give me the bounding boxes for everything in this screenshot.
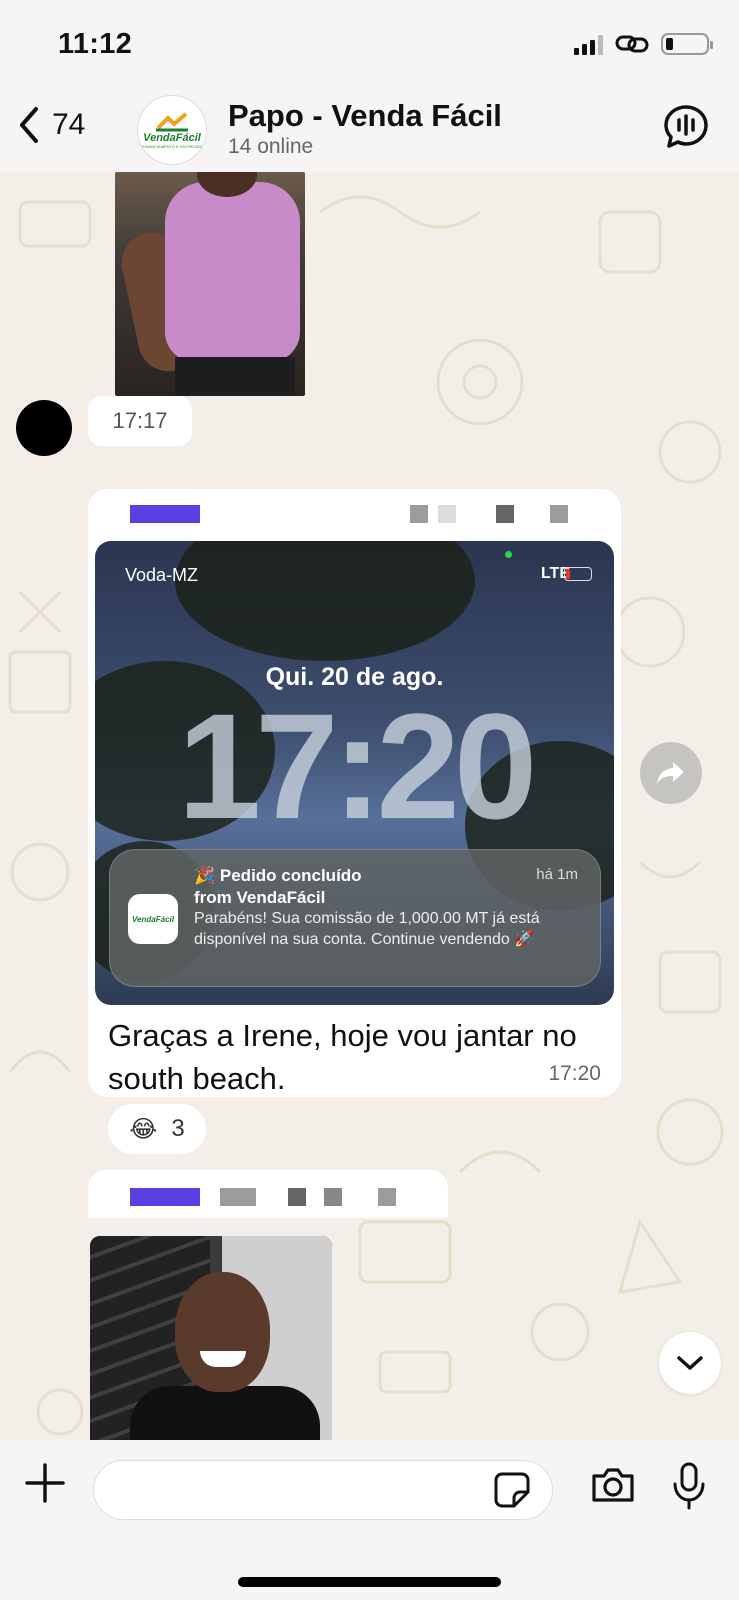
chevron-down-icon [677, 1356, 703, 1370]
status-bar: 11:12 [0, 0, 739, 92]
group-logo-text: VendaFácil [143, 131, 201, 144]
microphone-icon [673, 1462, 705, 1510]
redacted-sender-name [130, 505, 200, 523]
redacted-phone [496, 505, 514, 523]
reaction-emoji: 😂 [129, 1115, 158, 1143]
notification-body: Parabéns! Sua comissão de 1,000.00 MT já… [194, 910, 540, 948]
message-bubble[interactable]: Voda-MZ LTE Qui. 20 de ago. 17:20 VendaF… [88, 489, 621, 1097]
message-time: 17:20 [548, 1062, 601, 1085]
status-icons [574, 32, 713, 56]
sticker-icon [494, 1472, 530, 1508]
link-icon [615, 35, 649, 53]
redacted-phone [410, 505, 428, 523]
online-count: 14 online [228, 135, 314, 158]
camera-icon [592, 1468, 634, 1502]
redacted-phone [220, 1188, 256, 1206]
redacted-phone [438, 505, 456, 523]
message-text: Graças a Irene, hoje vou jantar no south… [108, 1018, 577, 1096]
chat-area[interactable]: 17:17 Voda-MZ LTE Qui. 20 de ago. 17:20 … [0, 172, 739, 1440]
forward-button[interactable] [640, 742, 702, 804]
notification-sender: from VendaFácil [194, 888, 326, 907]
message-composer [0, 1440, 739, 1600]
back-button[interactable]: 74 [18, 106, 85, 144]
attach-button[interactable] [24, 1462, 66, 1509]
redacted-phone [324, 1188, 342, 1206]
carrier-label: Voda-MZ [125, 565, 199, 585]
group-logo-subtext: FINANCIAMENTO E ENTREGAS [142, 143, 202, 149]
message-input[interactable] [93, 1460, 553, 1520]
voice-chat-icon [664, 105, 708, 148]
battery-icon [661, 33, 713, 55]
redacted-phone [378, 1188, 396, 1206]
chat-header: 74 VendaFácil FINANCIAMENTO E ENTREGAS P… [0, 92, 739, 172]
status-time: 11:12 [58, 28, 133, 60]
redacted-phone [288, 1188, 306, 1206]
privacy-indicator [505, 551, 512, 558]
home-indicator [238, 1577, 501, 1587]
reaction-count: 3 [171, 1115, 185, 1142]
notification-title: 🎉 Pedido concluído [194, 866, 362, 885]
notification-card: VendaFácil 🎉 Pedido concluído from Venda… [109, 849, 601, 987]
reaction-badge[interactable]: 😂 3 [108, 1104, 206, 1154]
microphone-button[interactable] [672, 1462, 706, 1515]
group-title[interactable]: Papo - Venda Fácil [228, 98, 502, 134]
app-logo: VendaFácil [128, 894, 178, 944]
unread-count: 74 [52, 108, 86, 141]
battery-low-icon [564, 567, 592, 581]
notification-time: há 1m [536, 866, 578, 883]
scroll-down-button[interactable] [659, 1332, 721, 1394]
vendafacil-logo-icon [156, 111, 188, 131]
app-logo-text: VendaFácil [132, 914, 174, 924]
sticker-button[interactable] [494, 1472, 530, 1513]
group-avatar[interactable]: VendaFácil FINANCIAMENTO E ENTREGAS [137, 95, 207, 165]
screenshot-image[interactable]: Voda-MZ LTE Qui. 20 de ago. 17:20 VendaF… [95, 541, 614, 1005]
chevron-left-icon [20, 107, 38, 143]
image-message[interactable] [115, 172, 305, 396]
signal-icon [574, 33, 603, 55]
plus-icon [25, 1463, 65, 1503]
forward-icon [657, 762, 684, 784]
message-bubble[interactable] [88, 1170, 448, 1218]
redacted-sender-name [130, 1188, 200, 1206]
message-time: 17:17 [88, 396, 192, 446]
voice-chat-button[interactable] [663, 104, 709, 155]
image-message[interactable] [90, 1236, 332, 1440]
redacted-phone [550, 505, 568, 523]
camera-button[interactable] [590, 1466, 636, 1509]
lockscreen-time: 17:20 [177, 682, 538, 850]
avatar[interactable] [16, 400, 72, 456]
